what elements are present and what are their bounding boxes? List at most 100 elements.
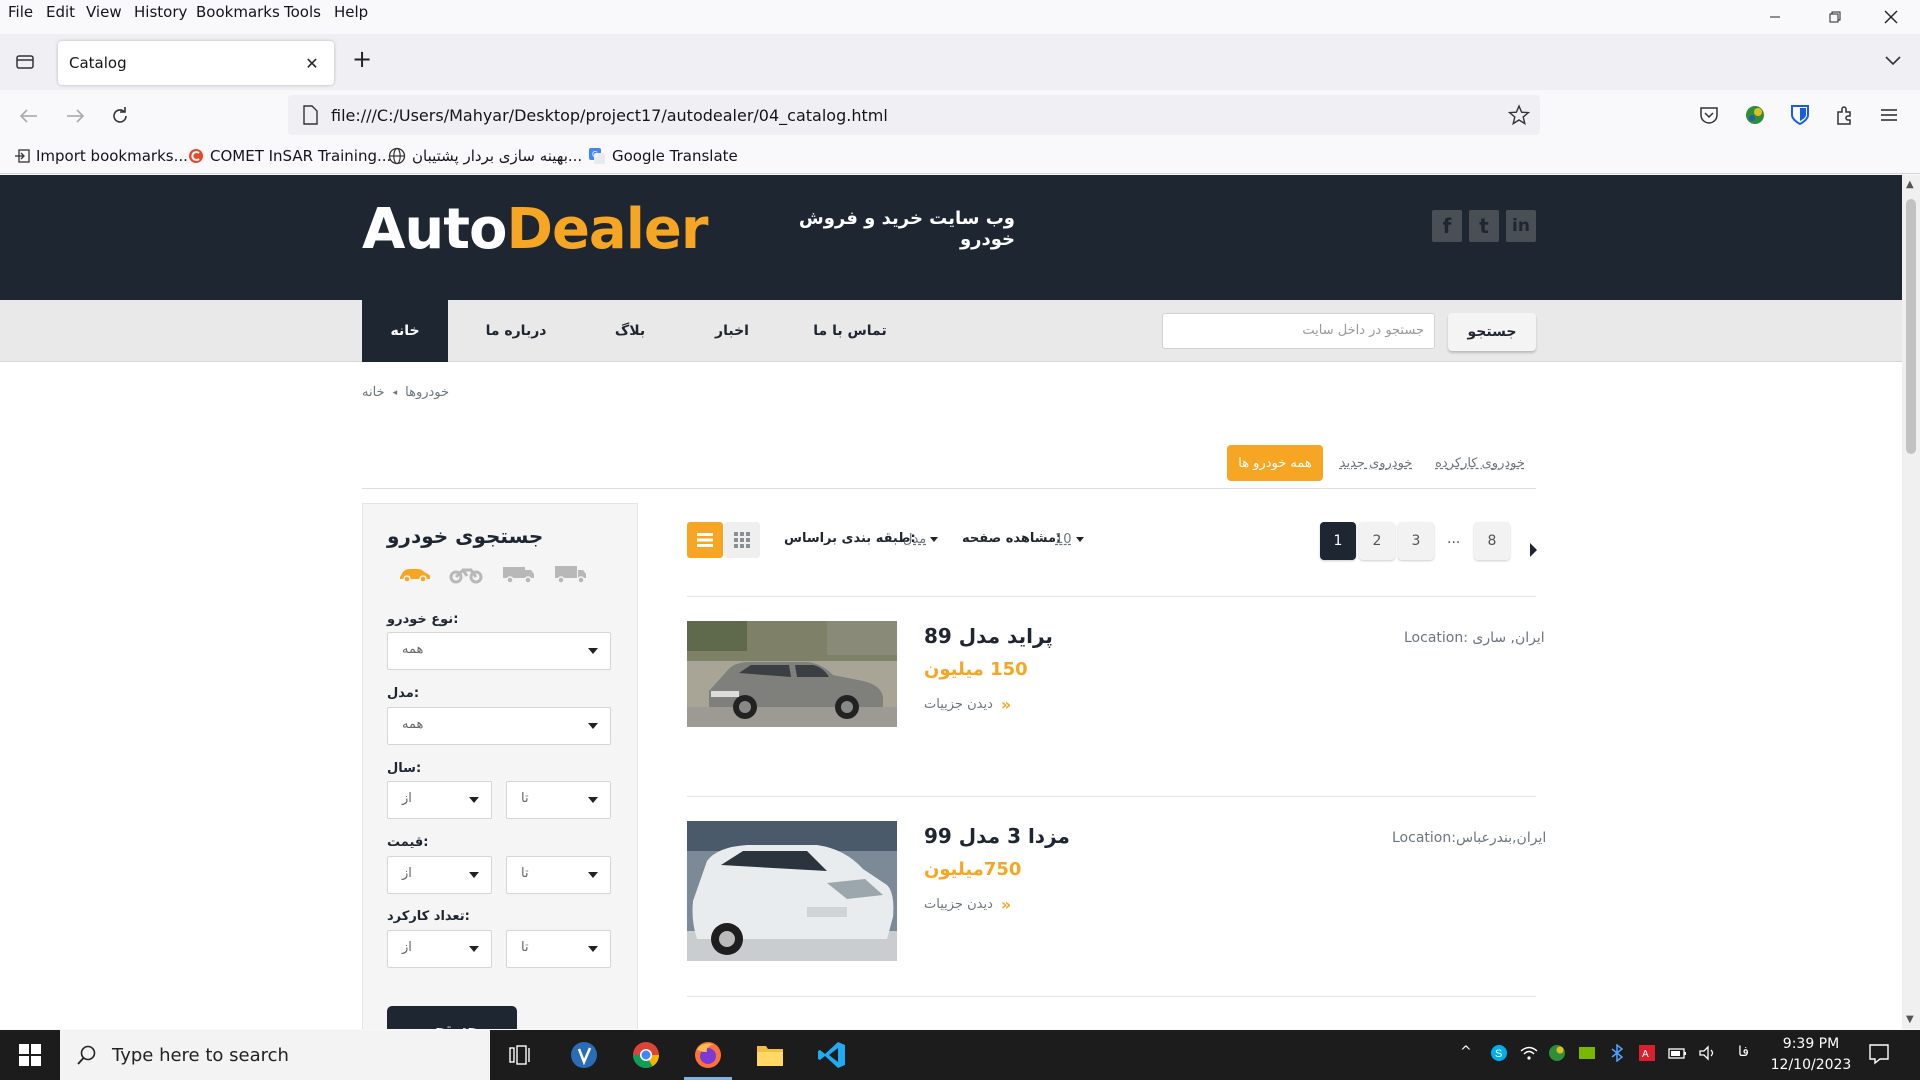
mileage-from-select[interactable]: از	[387, 930, 492, 968]
menu-file[interactable]: File	[8, 3, 33, 21]
car-icon[interactable]	[397, 564, 431, 584]
tab-all-cars[interactable]: همه خودرو ها	[1227, 445, 1323, 481]
tab-new-cars[interactable]: خودروی جدید	[1338, 445, 1414, 481]
truck-icon[interactable]	[553, 564, 587, 584]
taskbar-firefox[interactable]	[680, 1030, 736, 1080]
car-search-submit-button[interactable]: جستجو	[387, 1006, 517, 1029]
minimize-button[interactable]	[1752, 0, 1798, 34]
menu-history[interactable]: History	[134, 3, 187, 21]
menu-tools[interactable]: Tools	[284, 3, 321, 21]
page-1-button[interactable]: 1	[1320, 522, 1356, 560]
taskbar-chrome[interactable]	[618, 1030, 674, 1080]
price-from-select[interactable]: از	[387, 856, 492, 894]
facebook-link[interactable]: f	[1432, 210, 1462, 242]
restore-button[interactable]	[1812, 0, 1858, 34]
page-scrollbar[interactable]: ▲ ▼	[1902, 175, 1920, 1029]
linkedin-link[interactable]: in	[1506, 210, 1536, 242]
back-button[interactable]	[14, 101, 44, 131]
menu-edit[interactable]: Edit	[46, 3, 75, 21]
car-image[interactable]	[687, 821, 897, 961]
wifi-tray-icon[interactable]	[1520, 1044, 1538, 1062]
grid-view-button[interactable]	[724, 522, 760, 558]
nav-news[interactable]: اخبار	[696, 300, 768, 362]
site-logo[interactable]: AutoDealer	[362, 197, 709, 262]
tab-used-cars[interactable]: خودروی کارکرده	[1432, 445, 1528, 481]
year-to-select[interactable]: تا	[506, 781, 611, 819]
url-bar[interactable]: file:///C:/Users/Mahyar/Desktop/project1…	[288, 95, 1540, 135]
bluetooth-tray-icon[interactable]	[1610, 1044, 1624, 1062]
extensions-button[interactable]	[1830, 100, 1860, 130]
reload-button[interactable]	[105, 101, 135, 131]
bookmark-google-translate[interactable]: G Google Translate	[588, 147, 738, 165]
van-icon[interactable]	[501, 564, 535, 584]
nav-contact[interactable]: تماس با ما	[800, 300, 900, 362]
list-view-button[interactable]	[687, 522, 723, 558]
bookmark-star-icon[interactable]	[1508, 104, 1530, 126]
site-search-input[interactable]: جستجو در داخل سایت	[1162, 313, 1435, 349]
taskbar-viber[interactable]	[556, 1030, 612, 1080]
pocket-button[interactable]	[1694, 100, 1724, 130]
taskbar-vscode[interactable]	[804, 1030, 860, 1080]
scroll-up-icon[interactable]: ▲	[1906, 179, 1914, 190]
chrome-icon	[632, 1042, 660, 1069]
page-2-button[interactable]: 2	[1359, 522, 1395, 560]
breadcrumb-home[interactable]: خانه	[362, 385, 385, 400]
site-search-button[interactable]: جستجو	[1448, 313, 1536, 351]
menu-bookmarks[interactable]: Bookmarks	[196, 3, 280, 21]
car-details-link[interactable]: دیدن جزییات »	[924, 695, 1011, 714]
bitwarden-button[interactable]	[1785, 100, 1815, 130]
car-details-link[interactable]: دیدن جزییات »	[924, 895, 1011, 914]
menu-help[interactable]: Help	[334, 3, 368, 21]
nav-home[interactable]: خانه	[362, 300, 448, 362]
sort-select[interactable]: مدل	[903, 532, 939, 547]
skype-tray-icon[interactable]: S	[1490, 1044, 1508, 1062]
nav-about[interactable]: درباره ما	[468, 300, 564, 362]
taskbar-file-explorer[interactable]	[742, 1030, 798, 1080]
notification-icon[interactable]	[1868, 1043, 1890, 1065]
close-window-button[interactable]	[1868, 0, 1914, 34]
list-all-tabs-button[interactable]	[1880, 48, 1906, 74]
car-title[interactable]: پراید مدل 89	[924, 624, 1053, 648]
caret-down-icon	[588, 946, 598, 952]
tab-catalog[interactable]: Catalog ✕	[58, 41, 334, 85]
input-language[interactable]: فا	[1738, 1044, 1749, 1060]
mileage-to-select[interactable]: تا	[506, 930, 611, 968]
motorcycle-icon[interactable]	[449, 564, 483, 584]
next-page-icon[interactable]	[1530, 543, 1537, 557]
scrollbar-thumb[interactable]	[1906, 199, 1916, 454]
new-tab-button[interactable]: +	[348, 46, 376, 74]
details-label: دیدن جزییات	[924, 897, 993, 912]
bookmark-comet[interactable]: COMET InSAR Training...	[188, 147, 391, 165]
taskbar-search[interactable]: Type here to search	[60, 1030, 490, 1080]
scroll-down-icon[interactable]: ▼	[1906, 1014, 1914, 1025]
tab-close-button[interactable]: ✕	[300, 51, 324, 75]
forward-button[interactable]	[60, 101, 90, 131]
task-view-button[interactable]	[492, 1030, 548, 1080]
volume-tray-icon[interactable]	[1698, 1044, 1718, 1062]
twitter-link[interactable]: t	[1469, 210, 1499, 242]
tab-strip: Catalog ✕ +	[0, 34, 1920, 90]
app-menu-button[interactable]	[1874, 100, 1904, 130]
tab-list-button[interactable]	[12, 48, 38, 74]
tray-overflow-icon[interactable]: ^	[1460, 1044, 1472, 1060]
nvidia-tray-icon[interactable]	[1578, 1044, 1596, 1062]
menu-view[interactable]: View	[86, 3, 122, 21]
year-from-select[interactable]: از	[387, 781, 492, 819]
per-page-select[interactable]: 10	[1055, 532, 1084, 547]
bookmark-import[interactable]: Import bookmarks...	[14, 147, 188, 165]
nav-blog[interactable]: بلاگ	[594, 300, 666, 362]
battery-tray-icon[interactable]	[1668, 1044, 1688, 1062]
app-tray-icon[interactable]: A	[1638, 1044, 1656, 1062]
car-image[interactable]	[687, 621, 897, 727]
start-button[interactable]	[0, 1030, 60, 1080]
vehicle-type-select[interactable]: همه	[387, 632, 611, 670]
globe-tray-icon[interactable]	[1548, 1044, 1566, 1062]
bookmark-svm[interactable]: بهینه سازی بردار پشتیبان...	[388, 147, 582, 165]
page-3-button[interactable]: 3	[1398, 522, 1434, 560]
car-title[interactable]: مزدا 3 مدل 99	[924, 824, 1070, 848]
extension-globe-button[interactable]	[1740, 100, 1770, 130]
model-select[interactable]: همه	[387, 707, 611, 745]
price-to-select[interactable]: تا	[506, 856, 611, 894]
system-clock[interactable]: 9:39 PM 12/10/2023	[1770, 1034, 1852, 1076]
page-8-button[interactable]: 8	[1474, 522, 1510, 560]
